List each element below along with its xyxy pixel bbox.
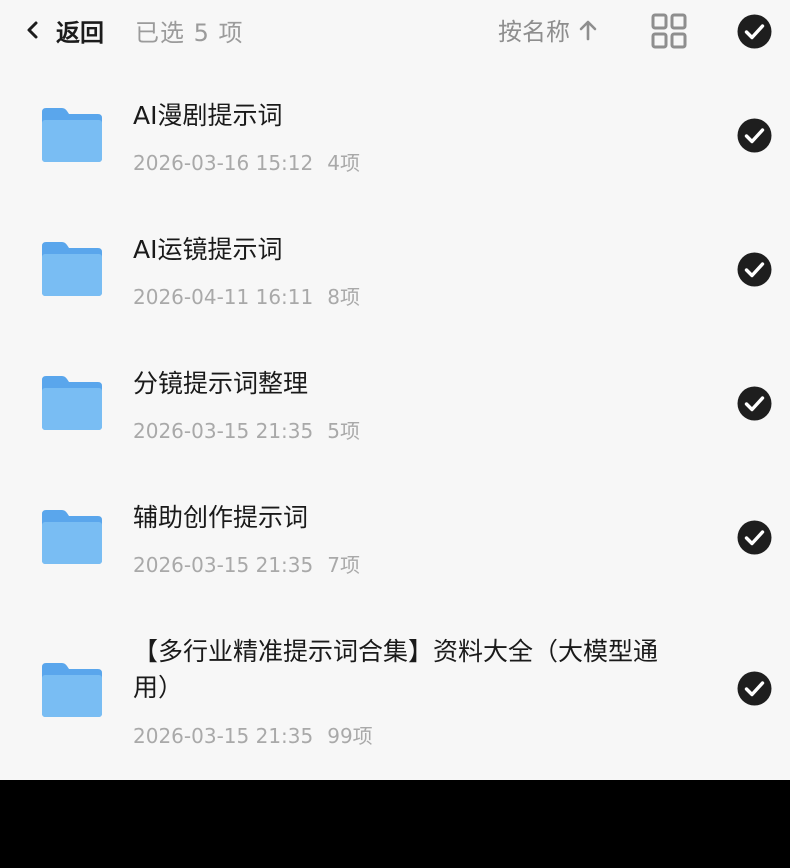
back-label: 返回 <box>56 18 104 47</box>
file-date: 2026-03-15 21:35 <box>133 724 314 748</box>
selected-check-icon[interactable] <box>737 520 772 555</box>
selected-check-icon[interactable] <box>737 252 772 287</box>
file-meta: 2026-03-15 21:35 99项 <box>133 720 373 749</box>
chevron-left-icon <box>27 21 38 39</box>
list-item[interactable]: AI运镜提示词 2026-04-11 16:11 8项 <box>0 196 790 330</box>
file-date: 2026-04-11 16:11 <box>133 285 314 309</box>
list-item[interactable]: 分镜提示词整理 2026-03-15 21:35 5项 <box>0 330 790 464</box>
header-bar: 返回 已选 5 项 按名称 <box>0 0 790 62</box>
file-count: 5项 <box>327 419 360 443</box>
file-name: 辅助创作提示词 <box>133 503 309 532</box>
arrow-up-icon <box>579 20 597 40</box>
back-button[interactable]: 返回 <box>22 10 104 50</box>
file-count: 7项 <box>327 553 360 577</box>
file-meta: 2026-04-11 16:11 8项 <box>133 281 360 310</box>
bottom-black-area <box>0 780 790 868</box>
file-meta: 2026-03-16 15:12 4项 <box>133 147 360 176</box>
selected-check-icon[interactable] <box>737 671 772 706</box>
file-date: 2026-03-16 15:12 <box>133 151 314 175</box>
file-name: 【多行业精准提示词合集】资料大全（大模型通用） <box>133 637 659 702</box>
file-name: AI漫剧提示词 <box>133 101 283 130</box>
file-count: 8项 <box>327 285 360 309</box>
folder-icon <box>42 663 102 717</box>
file-meta: 2026-03-15 21:35 5项 <box>133 415 360 444</box>
list-item[interactable]: AI漫剧提示词 2026-03-16 15:12 4项 <box>0 62 790 196</box>
list-item[interactable]: 【多行业精准提示词合集】资料大全（大模型通用） 2026-03-15 21:35… <box>0 598 790 780</box>
file-count: 4项 <box>327 151 360 175</box>
selected-check-icon[interactable] <box>737 386 772 421</box>
sort-by-name-button[interactable]: 按名称 <box>498 12 598 47</box>
folder-icon <box>42 376 102 430</box>
select-all-check-icon[interactable] <box>737 14 772 49</box>
file-name: 分镜提示词整理 <box>133 369 309 398</box>
file-meta: 2026-03-15 21:35 7项 <box>133 549 360 578</box>
sort-label: 按名称 <box>498 18 570 46</box>
file-name: AI运镜提示词 <box>133 235 283 264</box>
grid-view-icon[interactable] <box>651 13 687 49</box>
file-selection-screen: 返回 已选 5 项 按名称 AI漫剧提示词 2026-03-16 15:12 4… <box>0 0 790 780</box>
selected-check-icon[interactable] <box>737 118 772 153</box>
folder-icon <box>42 510 102 564</box>
folder-icon <box>42 108 102 162</box>
file-date: 2026-03-15 21:35 <box>133 419 314 443</box>
selected-count: 已选 5 项 <box>135 19 244 47</box>
folder-icon <box>42 242 102 296</box>
file-count: 99项 <box>327 724 373 748</box>
file-date: 2026-03-15 21:35 <box>133 553 314 577</box>
list-item[interactable]: 辅助创作提示词 2026-03-15 21:35 7项 <box>0 464 790 598</box>
